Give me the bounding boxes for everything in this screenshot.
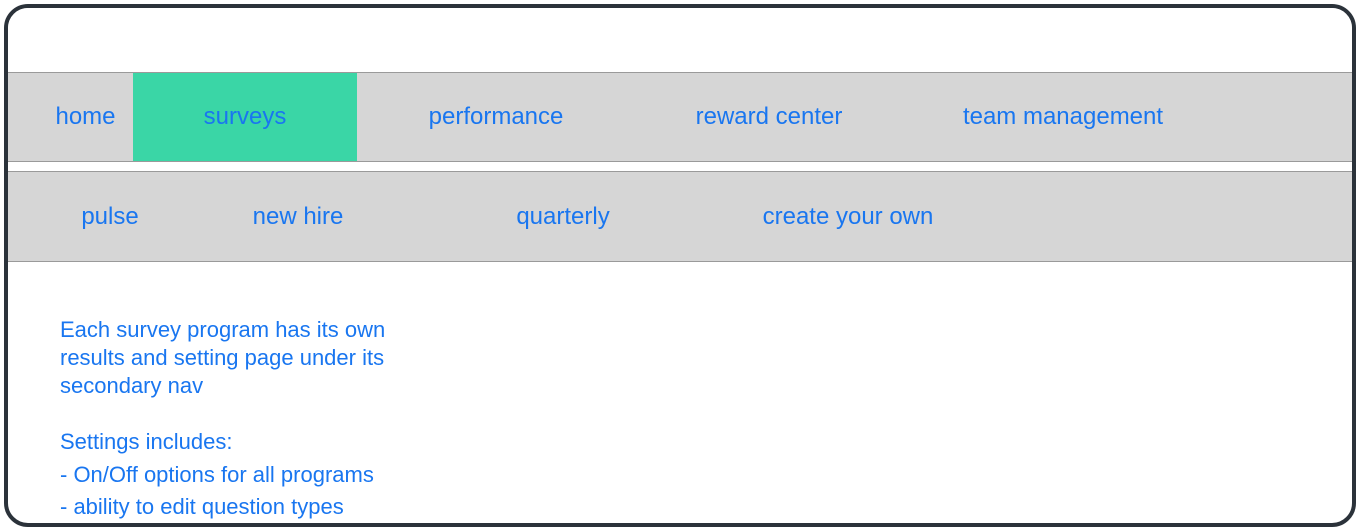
tab-reward-center[interactable]: reward center [635,73,903,161]
subtab-new-hire[interactable]: new hire [168,203,428,231]
subtab-create-your-own[interactable]: create your own [698,203,998,231]
tab-performance[interactable]: performance [357,73,635,161]
tab-surveys[interactable]: surveys [133,73,357,161]
app-window: home surveys performance reward center t… [4,4,1356,527]
subtab-pulse[interactable]: pulse [8,203,168,231]
description-paragraph-1: Each survey program has its own results … [60,316,438,400]
tab-home[interactable]: home [8,73,133,161]
subtab-quarterly[interactable]: quarterly [428,203,698,231]
primary-nav: home surveys performance reward center t… [8,72,1352,162]
description-settings-heading: Settings includes: [60,428,438,456]
header-spacer [8,8,1352,72]
content-description: Each survey program has its own results … [8,262,438,521]
nav-separator [8,162,1352,172]
tab-team-management[interactable]: team management [903,73,1223,161]
secondary-nav: pulse new hire quarterly create your own [8,172,1352,262]
description-bullet-1: - On/Off options for all programs [60,461,438,489]
description-bullet-2: - ability to edit question types [60,493,438,521]
